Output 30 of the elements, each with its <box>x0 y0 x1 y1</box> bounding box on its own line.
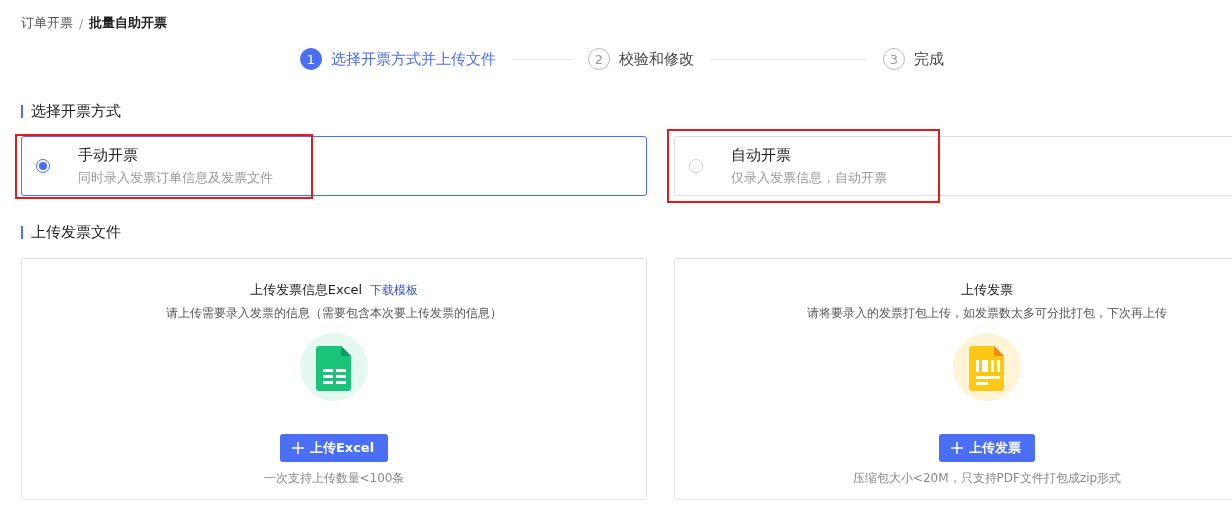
document-file-icon <box>952 332 1022 402</box>
step-number: 1 <box>300 48 322 70</box>
option-card[interactable]: 自动开票 仅录入发票信息，自动开票 <box>674 136 1232 196</box>
breadcrumb-item[interactable]: 订单开票 <box>21 14 73 32</box>
option-title: 手动开票 <box>78 145 139 165</box>
spreadsheet-file-icon <box>299 332 369 402</box>
plus-icon <box>951 442 963 454</box>
breadcrumb-item: 批量自助开票 <box>89 14 168 32</box>
step-label: 完成 <box>914 49 944 69</box>
upload-button[interactable]: 上传发票 <box>939 434 1035 462</box>
step-label: 校验和修改 <box>619 49 694 69</box>
step-label: 选择开票方式并上传文件 <box>331 49 496 69</box>
plus-icon <box>291 442 304 454</box>
option-card[interactable]: 手动开票 同时录入发票订单信息及发票文件 <box>21 136 647 196</box>
download-link[interactable]: 下载模板 <box>370 282 419 299</box>
upload-button[interactable]: 上传Excel <box>279 434 389 462</box>
option-description: 同时录入发票订单信息及发票文件 <box>78 168 273 187</box>
step-number: 3 <box>883 48 905 70</box>
option-description: 仅录入发票信息，自动开票 <box>731 168 887 187</box>
option-title: 自动开票 <box>731 145 792 165</box>
upload-note: 一次支持上传数量<100条 <box>263 470 405 487</box>
section-title: 选择开票方式 <box>31 101 121 121</box>
step-number: 2 <box>588 48 610 70</box>
breadcrumb-separator: / <box>79 15 84 31</box>
upload-note: 压缩包大小<20M，只支持PDF文件打包成zip形式 <box>852 470 1122 487</box>
section-title: 上传发票文件 <box>31 222 121 242</box>
card-description: 请将要录入的发票打包上传，如发票数太多可分批打包，下次再上传 <box>807 305 1167 322</box>
card-description: 请上传需要录入发票的信息（需要包含本次要上传发票的信息） <box>166 305 502 322</box>
card-title: 上传发票信息Excel <box>249 281 363 299</box>
card-title: 上传发票 <box>961 281 1013 299</box>
